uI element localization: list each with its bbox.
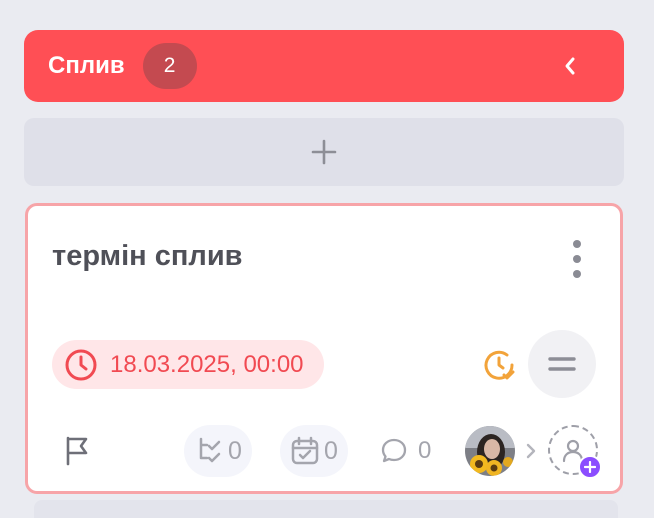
add-assignee-button[interactable] xyxy=(548,425,602,479)
time-estimate-icon[interactable] xyxy=(482,348,516,382)
chevron-left-icon xyxy=(565,57,575,75)
chevron-right-icon xyxy=(526,443,536,459)
calendar-check-icon xyxy=(291,436,319,465)
user-photo xyxy=(465,426,515,476)
comments-counter[interactable]: 0 xyxy=(380,432,431,470)
menu-dot xyxy=(573,270,581,278)
flag-icon[interactable] xyxy=(62,434,94,466)
checklist-counter[interactable]: 0 xyxy=(184,425,252,477)
checklist-icon xyxy=(199,437,221,463)
comment-icon xyxy=(381,438,407,463)
add-badge-icon xyxy=(578,455,602,479)
assignee-avatar[interactable] xyxy=(465,426,515,476)
comments-count: 0 xyxy=(418,437,432,464)
collapse-column-button[interactable] xyxy=(556,52,584,80)
clock-icon xyxy=(65,349,97,380)
column-header: Сплив 2 xyxy=(24,30,624,102)
deadline-badge[interactable]: 18.03.2025, 00:00 xyxy=(52,340,324,389)
subtasks-counter[interactable]: 0 xyxy=(280,425,348,477)
checklist-count: 0 xyxy=(228,436,242,465)
task-title[interactable]: термін сплив xyxy=(52,240,242,273)
menu-dot xyxy=(573,255,581,263)
plus-icon xyxy=(311,139,337,165)
subtasks-count: 0 xyxy=(324,436,338,465)
column-count-badge: 2 xyxy=(142,43,197,89)
task-card[interactable]: термін сплив 18.03.2025, 00:00 0 0 0 xyxy=(25,203,623,494)
next-card-edge xyxy=(34,500,618,518)
card-menu-button[interactable] xyxy=(570,240,584,278)
priority-button[interactable] xyxy=(528,330,596,398)
deadline-text: 18.03.2025, 00:00 xyxy=(110,350,304,378)
more-vertical-icon xyxy=(573,240,581,248)
column-title: Сплив xyxy=(48,52,125,79)
equals-icon xyxy=(548,357,576,371)
add-task-button[interactable] xyxy=(24,118,624,186)
